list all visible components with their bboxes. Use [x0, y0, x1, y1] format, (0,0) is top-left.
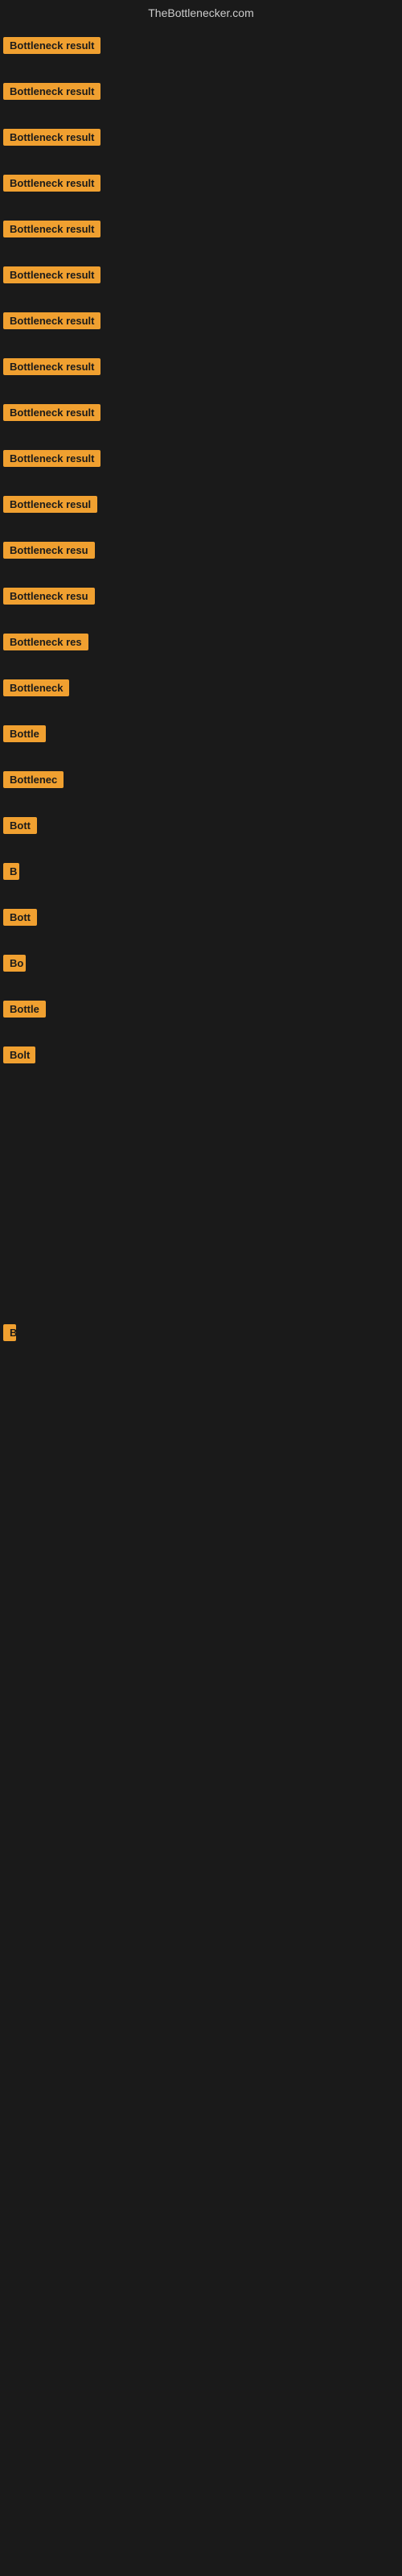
list-item	[0, 1078, 402, 1107]
bottleneck-result-badge: Bottle	[3, 1001, 46, 1018]
list-item	[0, 1136, 402, 1165]
bottleneck-result-badge: Bottleneck result	[3, 404, 100, 421]
bottleneck-result-badge: Bottleneck resul	[3, 496, 97, 513]
list-item: Bottleneck result	[0, 160, 402, 206]
list-item	[0, 1194, 402, 1223]
list-item: Bottle	[0, 711, 402, 757]
bottleneck-result-badge: B	[3, 1324, 16, 1341]
bottleneck-result-badge: Bottleneck resu	[3, 542, 95, 559]
list-item: Bottleneck result	[0, 68, 402, 114]
bottleneck-result-badge: Bott	[3, 817, 37, 834]
bottleneck-result-badge: Bottleneck result	[3, 175, 100, 192]
bottleneck-result-badge: Bo	[3, 955, 26, 972]
list-item: Bottleneck result	[0, 298, 402, 344]
list-item: Bottle	[0, 986, 402, 1032]
list-item: Bottleneck result	[0, 252, 402, 298]
list-item: Bottleneck resu	[0, 527, 402, 573]
bottleneck-result-badge: Bottleneck	[3, 679, 69, 696]
bottleneck-result-badge: Bott	[3, 909, 37, 926]
list-item: B	[0, 1310, 402, 1356]
bottleneck-result-badge: B	[3, 863, 19, 880]
site-header: TheBottlenecker.com	[0, 0, 402, 23]
bottleneck-result-badge: Bottleneck res	[3, 634, 88, 650]
bottleneck-result-badge: Bottleneck result	[3, 450, 100, 467]
list-item: Bottleneck resul	[0, 481, 402, 527]
list-item: Bottlenec	[0, 757, 402, 803]
bottleneck-result-badge: Bottleneck result	[3, 129, 100, 146]
list-item: Bottleneck	[0, 665, 402, 711]
bottleneck-result-badge: Bottleneck result	[3, 266, 100, 283]
bottleneck-result-badge: Bottleneck result	[3, 221, 100, 237]
bottleneck-result-badge: Bolt	[3, 1046, 35, 1063]
list-item	[0, 1281, 402, 1310]
bottleneck-result-badge: Bottleneck result	[3, 358, 100, 375]
bottleneck-result-badge: Bottlenec	[3, 771, 64, 788]
list-item	[0, 1165, 402, 1194]
list-item: Bo	[0, 940, 402, 986]
list-item: Bottleneck result	[0, 206, 402, 252]
bottleneck-result-badge: Bottleneck result	[3, 37, 100, 54]
bottleneck-result-badge: Bottle	[3, 725, 46, 742]
list-item: Bott	[0, 894, 402, 940]
list-item	[0, 1223, 402, 1252]
list-item: B	[0, 848, 402, 894]
list-item	[0, 1107, 402, 1136]
bottleneck-result-badge: Bottleneck result	[3, 83, 100, 100]
list-item: Bottleneck result	[0, 344, 402, 390]
list-item: Bottleneck result	[0, 114, 402, 160]
bottleneck-result-badge: Bottleneck resu	[3, 588, 95, 605]
bottleneck-result-badge: Bottleneck result	[3, 312, 100, 329]
list-item: Bott	[0, 803, 402, 848]
list-item: Bottleneck result	[0, 436, 402, 481]
list-item: Bottleneck result	[0, 23, 402, 68]
list-item: Bottleneck res	[0, 619, 402, 665]
list-item	[0, 1252, 402, 1281]
list-item: Bottleneck resu	[0, 573, 402, 619]
list-item: Bottleneck result	[0, 390, 402, 436]
list-item: Bolt	[0, 1032, 402, 1078]
site-title: TheBottlenecker.com	[148, 6, 254, 19]
